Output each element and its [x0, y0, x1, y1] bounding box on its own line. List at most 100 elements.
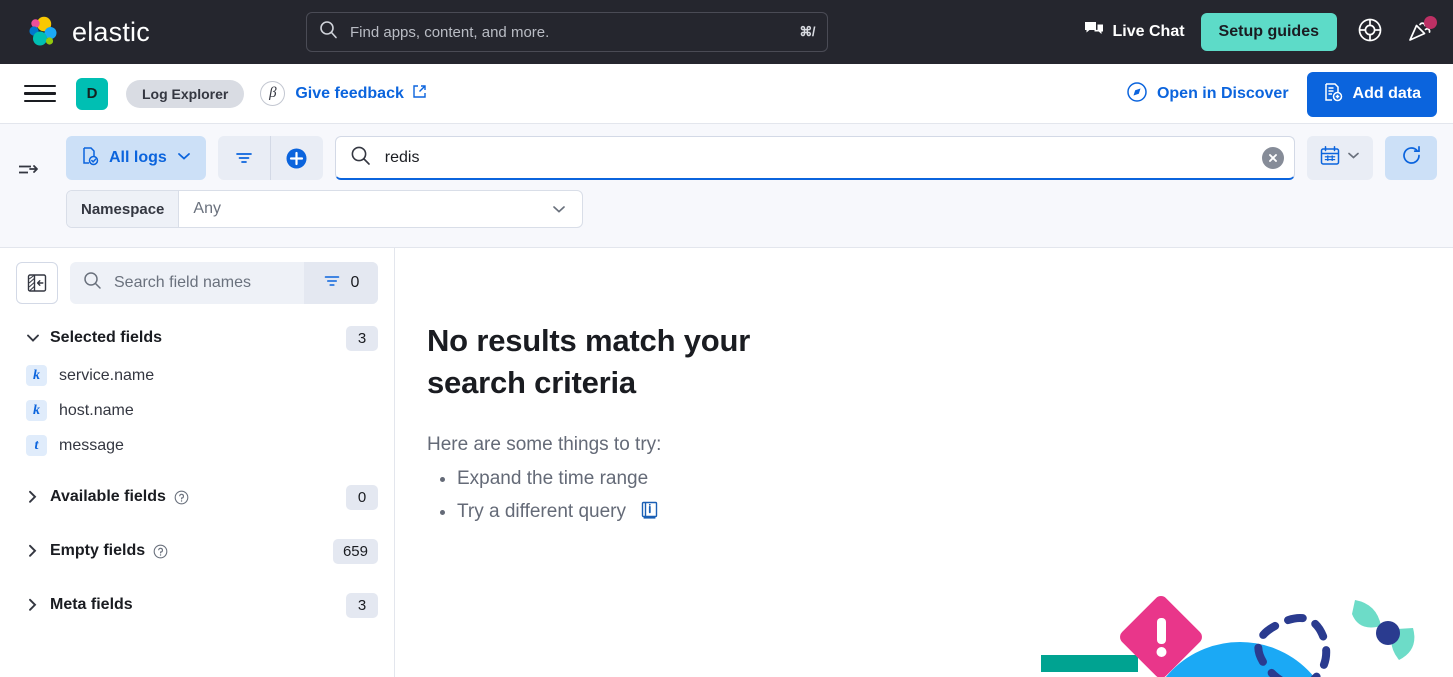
- section-title: Available fields: [50, 488, 166, 506]
- field-search-input[interactable]: Search field names 0: [70, 262, 378, 304]
- clear-search-button[interactable]: [1262, 147, 1284, 169]
- list-item[interactable]: k service.name: [16, 358, 378, 393]
- field-filter-count: 0: [351, 274, 360, 292]
- help-icon[interactable]: [174, 490, 189, 505]
- sidebar-section-available-fields[interactable]: Available fields 0: [16, 477, 378, 517]
- app-header: D Log Explorer β Give feedback Open in D…: [0, 64, 1453, 124]
- brand-name: elastic: [72, 17, 150, 48]
- calendar-icon: [1319, 145, 1341, 172]
- namespace-selector[interactable]: Namespace Any: [66, 190, 583, 228]
- query-bar: All logs: [0, 124, 1453, 248]
- collapse-sidebar-icon[interactable]: [16, 262, 58, 304]
- filter-icon: [323, 272, 341, 295]
- chevron-down-icon: [1346, 148, 1361, 168]
- announcements-button[interactable]: [1403, 15, 1437, 49]
- chevron-right-icon: [16, 596, 50, 614]
- refresh-icon: [1400, 144, 1423, 172]
- section-title: Empty fields: [50, 542, 145, 560]
- list-item[interactable]: t message: [16, 428, 378, 463]
- field-search-input-area[interactable]: Search field names: [70, 271, 304, 295]
- hamburger-menu-icon[interactable]: [24, 78, 56, 110]
- dataset-selector-button[interactable]: All logs: [66, 136, 206, 180]
- field-type-badge: t: [26, 435, 47, 456]
- field-type-badge: k: [26, 400, 47, 421]
- dataset-selector-label: All logs: [109, 149, 167, 167]
- section-count-badge: 659: [333, 539, 378, 564]
- list-item: Try a different query: [457, 495, 1453, 528]
- global-search-input[interactable]: Find apps, content, and more. ⌘/: [306, 12, 828, 52]
- query-row: All logs: [0, 136, 1453, 180]
- main-content: No results match your search criteria He…: [395, 248, 1453, 677]
- selected-fields-list: k service.name k host.name t message: [16, 358, 378, 463]
- document-check-icon: [80, 146, 100, 171]
- setup-guides-button[interactable]: Setup guides: [1201, 13, 1337, 51]
- help-button[interactable]: [1353, 15, 1387, 49]
- search-input[interactable]: redis: [335, 136, 1295, 180]
- expand-menu-icon[interactable]: [14, 156, 42, 184]
- search-icon: [350, 145, 371, 171]
- chevron-down-icon: [176, 148, 192, 169]
- field-filter-button[interactable]: 0: [304, 262, 378, 304]
- give-feedback-link[interactable]: Give feedback: [295, 84, 427, 104]
- namespace-value: Any: [179, 200, 550, 218]
- breadcrumb-log-explorer[interactable]: Log Explorer: [126, 80, 244, 108]
- field-type-badge: k: [26, 365, 47, 386]
- filter-controls: [218, 136, 323, 180]
- fields-sidebar-toolbar: Search field names 0: [16, 262, 378, 304]
- lifebuoy-help-icon: [1357, 17, 1383, 48]
- elastic-logo-icon: [24, 14, 60, 50]
- fields-sidebar: Search field names 0 Selected fields 3: [0, 248, 395, 677]
- body: Search field names 0 Selected fields 3: [0, 248, 1453, 677]
- sidebar-section-empty-fields[interactable]: Empty fields 659: [16, 531, 378, 571]
- chevron-right-icon: [16, 488, 50, 506]
- app-header-actions: Open in Discover Add data: [1126, 64, 1437, 124]
- suggestions-list: Expand the time range Try a different qu…: [427, 462, 1453, 529]
- live-chat-label: Live Chat: [1113, 23, 1185, 41]
- search-icon: [83, 271, 102, 295]
- namespace-label: Namespace: [67, 191, 179, 227]
- global-search-placeholder: Find apps, content, and more.: [350, 24, 787, 41]
- document-plus-icon: [1323, 82, 1343, 107]
- add-data-label: Add data: [1353, 85, 1421, 103]
- notification-badge: [1424, 16, 1437, 29]
- sidebar-section-meta-fields[interactable]: Meta fields 3: [16, 585, 378, 625]
- section-count-badge: 0: [346, 485, 378, 510]
- suggestion-text: Try a different query: [457, 501, 626, 522]
- global-header-actions: Live Chat Setup guides: [1084, 0, 1437, 64]
- give-feedback-label: Give feedback: [295, 85, 404, 103]
- field-name: message: [59, 437, 124, 455]
- chat-bubble-icon: [1084, 20, 1104, 45]
- global-header: elastic Find apps, content, and more. ⌘/…: [0, 0, 1453, 64]
- list-item[interactable]: k host.name: [16, 393, 378, 428]
- sidebar-section-selected-fields[interactable]: Selected fields 3: [16, 318, 378, 358]
- empty-subtitle: Here are some things to try:: [427, 434, 1453, 456]
- field-search-placeholder: Search field names: [114, 274, 251, 292]
- search-shortcut-badge: ⌘/: [799, 24, 815, 40]
- filter-button[interactable]: [218, 136, 270, 180]
- field-name: host.name: [59, 402, 134, 420]
- open-in-discover-button[interactable]: Open in Discover: [1126, 81, 1289, 108]
- add-data-button[interactable]: Add data: [1307, 72, 1437, 117]
- page-title: No results match your search criteria: [427, 320, 847, 404]
- avatar[interactable]: D: [76, 78, 108, 110]
- refresh-button[interactable]: [1385, 136, 1437, 180]
- compass-icon: [1126, 81, 1148, 108]
- open-in-discover-label: Open in Discover: [1157, 85, 1289, 103]
- beta-badge: β: [260, 81, 285, 106]
- live-chat-button[interactable]: Live Chat: [1084, 20, 1185, 45]
- list-item: Expand the time range: [457, 462, 1453, 495]
- brand[interactable]: elastic: [24, 14, 150, 50]
- no-results-magnifier-illustration: [1033, 578, 1453, 677]
- namespace-row: Namespace Any: [0, 190, 1453, 228]
- section-count-badge: 3: [346, 593, 378, 618]
- chevron-right-icon: [16, 542, 50, 560]
- documentation-book-icon[interactable]: [639, 500, 660, 521]
- add-filter-button[interactable]: [271, 136, 323, 180]
- field-name: service.name: [59, 367, 154, 385]
- suggestion-text: Expand the time range: [457, 468, 648, 489]
- section-count-badge: 3: [346, 326, 378, 351]
- external-link-icon: [412, 84, 427, 104]
- section-title: Selected fields: [50, 329, 162, 347]
- date-picker-button[interactable]: [1307, 136, 1373, 180]
- help-icon[interactable]: [153, 544, 168, 559]
